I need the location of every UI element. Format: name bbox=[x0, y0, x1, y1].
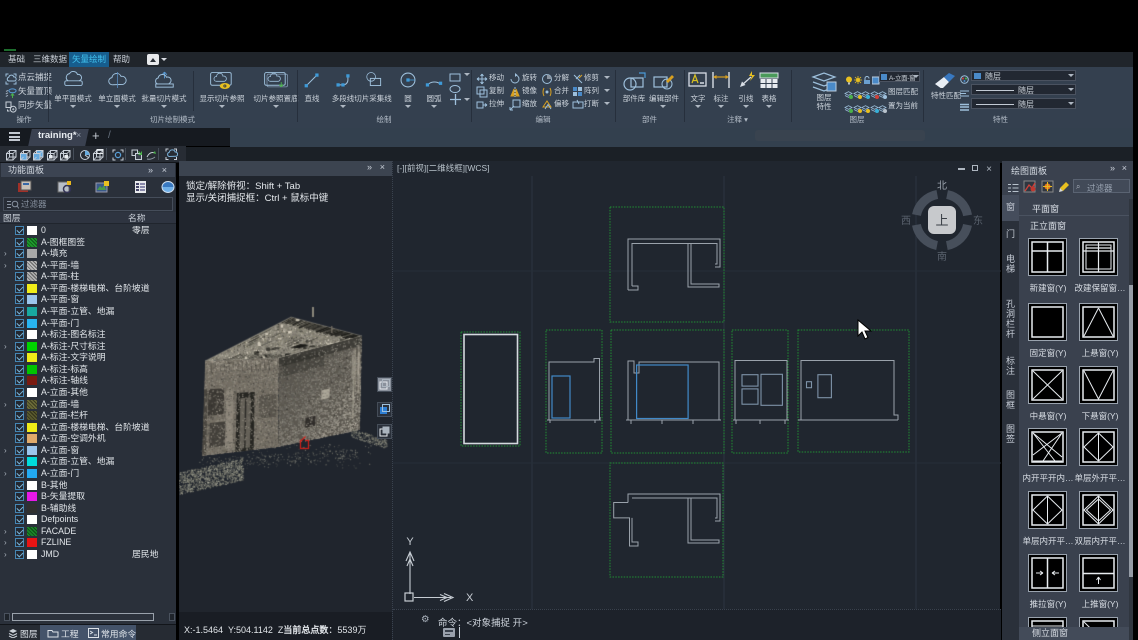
svg-text:东: 东 bbox=[973, 214, 983, 227]
svg-text:X: X bbox=[466, 592, 474, 604]
svg-text:西: 西 bbox=[901, 216, 911, 227]
svg-text:Y: Y bbox=[406, 536, 414, 548]
svg-text:北: 北 bbox=[937, 180, 947, 192]
svg-text:上: 上 bbox=[935, 213, 948, 228]
svg-text:南: 南 bbox=[937, 250, 947, 263]
